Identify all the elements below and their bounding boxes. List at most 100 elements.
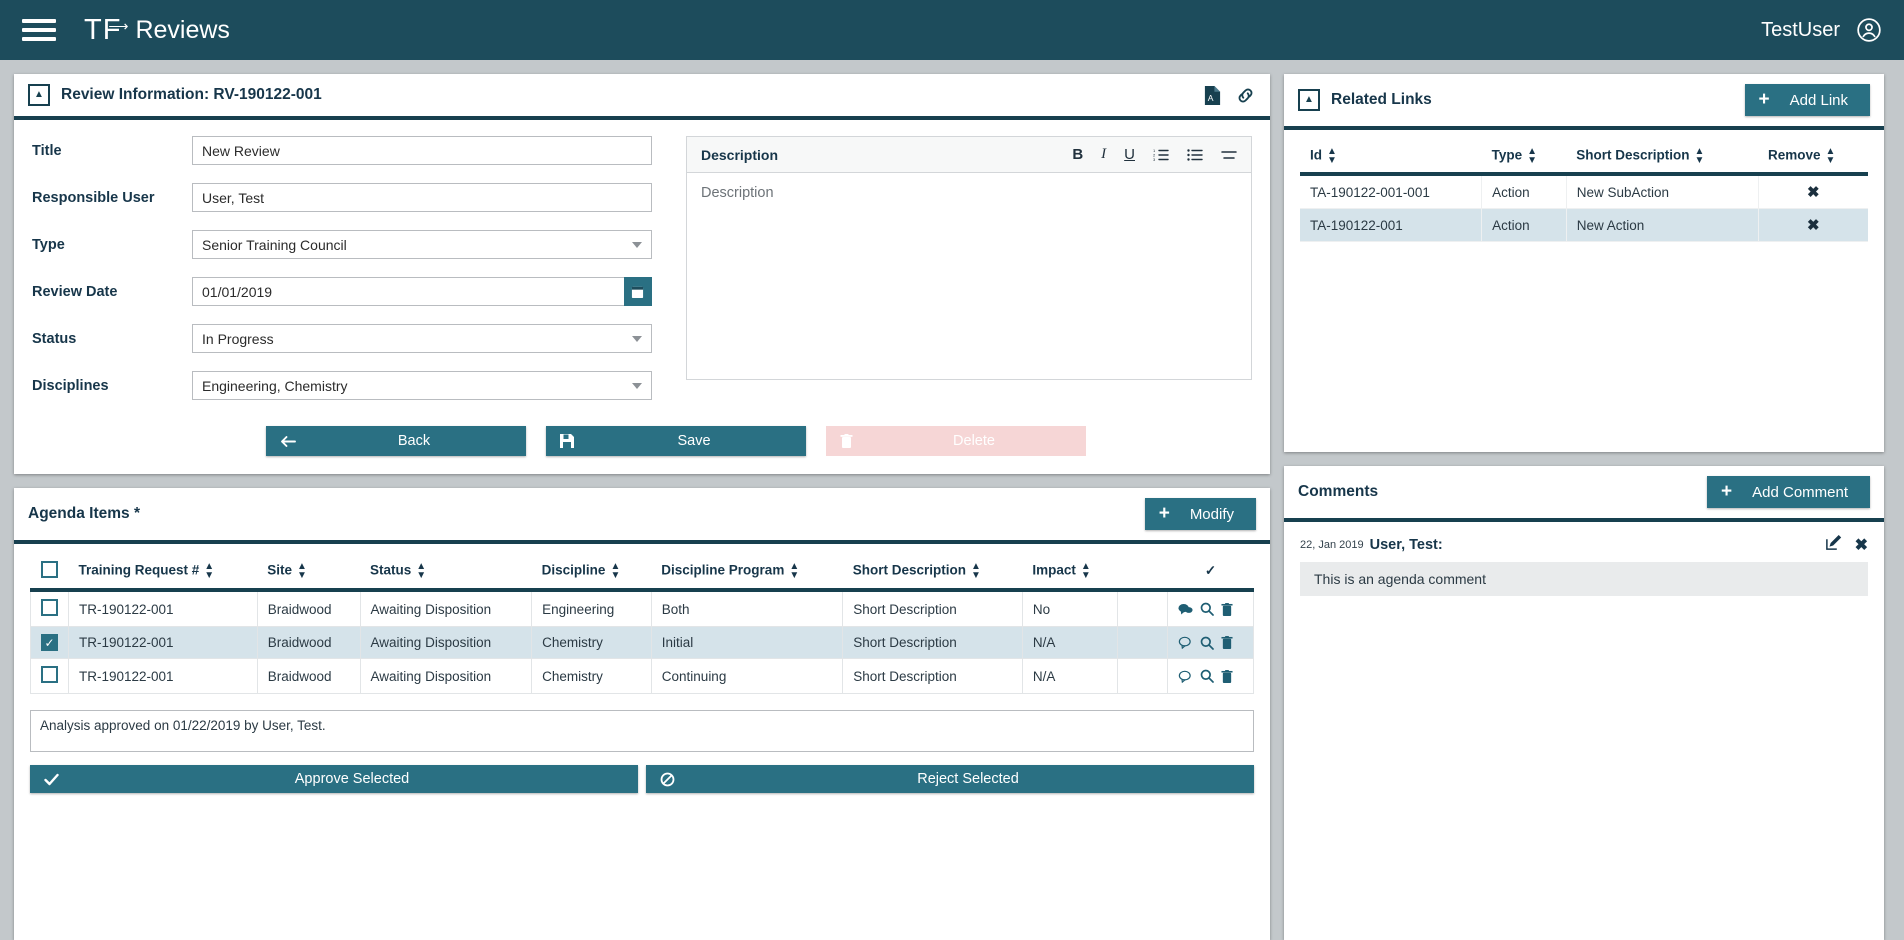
- magnify-icon[interactable]: [1200, 636, 1214, 650]
- underline-icon[interactable]: U: [1124, 146, 1135, 163]
- comments-panel: Comments + Add Comment 22, Jan 2019 User,…: [1284, 466, 1884, 940]
- hamburger-bar: [22, 28, 56, 32]
- select-all-header: [30, 554, 69, 592]
- sort-icon[interactable]: ▲ ▼: [1081, 562, 1091, 581]
- column-id[interactable]: Id ▲ ▼: [1300, 140, 1482, 176]
- sort-icon[interactable]: ▲ ▼: [789, 562, 799, 581]
- review-date-input[interactable]: [192, 277, 624, 306]
- responsible-user-label: Responsible User: [32, 189, 155, 206]
- calendar-icon[interactable]: [623, 277, 652, 306]
- row-checkbox[interactable]: [41, 599, 58, 616]
- magnify-icon[interactable]: [1200, 669, 1214, 683]
- remove-icon[interactable]: ✖: [1769, 216, 1859, 234]
- cell-short-description: Short Description: [842, 658, 1023, 694]
- row-checkbox-cell[interactable]: ✓: [30, 626, 69, 659]
- column-discipline[interactable]: Discipline ▲ ▼: [531, 554, 652, 592]
- column-short-description[interactable]: Short Description ▲ ▼: [1566, 140, 1758, 176]
- column-type[interactable]: Type ▲ ▼: [1481, 140, 1567, 176]
- table-row[interactable]: TA-190122-001 Action New Action ✖: [1300, 208, 1868, 242]
- review-date-label: Review Date: [32, 283, 118, 300]
- sort-icon[interactable]: ▲ ▼: [610, 562, 620, 581]
- user-circle-icon[interactable]: [1856, 17, 1882, 43]
- disciplines-select[interactable]: [192, 371, 652, 400]
- sort-icon[interactable]: ▲ ▼: [1327, 147, 1337, 166]
- cell-discipline: Chemistry: [531, 658, 652, 694]
- sort-icon[interactable]: ▲ ▼: [1527, 147, 1537, 166]
- row-checkbox[interactable]: [41, 666, 58, 683]
- close-icon[interactable]: ✖: [1855, 535, 1868, 555]
- column-actions: ✓: [1167, 554, 1254, 592]
- sort-icon[interactable]: ▲ ▼: [1695, 147, 1705, 166]
- approve-selected-label: Approve Selected: [294, 771, 410, 787]
- description-textarea[interactable]: Description: [687, 173, 1251, 379]
- align-icon[interactable]: [1221, 148, 1237, 162]
- italic-icon[interactable]: I: [1101, 146, 1106, 163]
- delete-button[interactable]: Delete: [826, 426, 1086, 456]
- approve-selected-button[interactable]: Approve Selected: [30, 765, 638, 793]
- add-comment-button[interactable]: + Add Comment: [1707, 476, 1870, 508]
- cell-status: Awaiting Disposition: [359, 658, 533, 694]
- sort-icon[interactable]: ▲ ▼: [416, 562, 426, 581]
- column-impact[interactable]: Impact ▲ ▼: [1022, 554, 1118, 592]
- modify-button[interactable]: + Modify: [1144, 498, 1256, 530]
- pdf-export-icon[interactable]: A: [1203, 85, 1222, 106]
- sort-icon[interactable]: ▲ ▼: [971, 562, 981, 581]
- responsible-user-input[interactable]: [192, 183, 652, 212]
- reject-selected-label: Reject Selected: [917, 771, 1019, 787]
- column-discipline-program[interactable]: Discipline Program ▲ ▼: [651, 554, 843, 592]
- remove-icon[interactable]: ✖: [1769, 183, 1859, 201]
- tf-logo-icon: TF ⟶: [84, 14, 128, 47]
- comment-icon[interactable]: [1178, 603, 1193, 616]
- cell-remove[interactable]: ✖: [1758, 208, 1868, 242]
- add-comment-button-label: Add Comment: [1752, 483, 1848, 501]
- row-checkbox[interactable]: ✓: [41, 634, 58, 651]
- hamburger-icon[interactable]: [22, 19, 56, 41]
- comment-icon[interactable]: [1178, 670, 1193, 683]
- status-select[interactable]: [192, 324, 652, 353]
- collapse-up-icon[interactable]: ▲: [28, 84, 50, 106]
- trash-icon[interactable]: [1221, 602, 1233, 616]
- column-remove[interactable]: Remove ▲ ▼: [1758, 140, 1868, 176]
- back-button[interactable]: Back: [266, 426, 526, 456]
- magnify-icon[interactable]: [1200, 602, 1214, 616]
- column-label: Remove: [1768, 147, 1821, 163]
- table-row[interactable]: ✓ TR-190122-001 Braidwood Awaiting Disposit…: [30, 626, 1254, 659]
- add-link-button[interactable]: + Add Link: [1744, 84, 1870, 116]
- cell-approved: [1117, 589, 1168, 627]
- cell-remove[interactable]: ✖: [1758, 174, 1868, 209]
- chain-link-icon[interactable]: [1235, 85, 1256, 106]
- approval-comment-textarea[interactable]: [30, 710, 1254, 752]
- column-site[interactable]: Site ▲ ▼: [257, 554, 361, 592]
- description-toolbar: Description B I U 123: [687, 137, 1251, 173]
- sort-icon[interactable]: ▲ ▼: [1826, 147, 1836, 166]
- bold-icon[interactable]: B: [1072, 146, 1083, 163]
- left-column: ▲ Review Information: RV-190122-001 A Ti…: [14, 74, 1270, 940]
- table-row[interactable]: TR-190122-001 Braidwood Awaiting Dispositi…: [30, 589, 1254, 627]
- table-row[interactable]: TA-190122-001-001 Action New SubAction ✖: [1300, 174, 1868, 209]
- sort-icon[interactable]: ▲ ▼: [204, 562, 214, 581]
- table-row[interactable]: TR-190122-001 Braidwood Awaiting Dispositi…: [30, 658, 1254, 694]
- ban-icon: [660, 772, 682, 787]
- cell-status: Awaiting Disposition: [359, 589, 533, 627]
- title-input[interactable]: [192, 136, 652, 165]
- comment-icon[interactable]: [1178, 636, 1193, 649]
- collapse-up-icon[interactable]: ▲: [1298, 89, 1320, 111]
- trash-icon[interactable]: [1221, 636, 1233, 649]
- select-all-checkbox[interactable]: [40, 561, 58, 578]
- ordered-list-icon[interactable]: 123: [1153, 148, 1169, 162]
- cell-training-request: TR-190122-001: [68, 626, 258, 659]
- column-training-request[interactable]: Training Request # ▲ ▼: [68, 554, 258, 592]
- sort-icon[interactable]: ▲ ▼: [297, 562, 307, 581]
- trash-icon[interactable]: [1221, 669, 1233, 683]
- row-checkbox-cell[interactable]: [30, 589, 69, 627]
- save-button[interactable]: Save: [546, 426, 806, 456]
- type-select[interactable]: [192, 230, 652, 259]
- row-checkbox-cell[interactable]: [30, 658, 69, 694]
- reject-selected-button[interactable]: Reject Selected: [646, 765, 1254, 793]
- unordered-list-icon[interactable]: [1187, 148, 1203, 162]
- column-short-description[interactable]: Short Description ▲ ▼: [842, 554, 1023, 592]
- cell-approved: [1117, 658, 1168, 694]
- edit-icon[interactable]: [1825, 534, 1842, 556]
- column-status[interactable]: Status ▲ ▼: [360, 554, 532, 592]
- app-header: TF ⟶ Reviews TestUser: [0, 0, 1904, 60]
